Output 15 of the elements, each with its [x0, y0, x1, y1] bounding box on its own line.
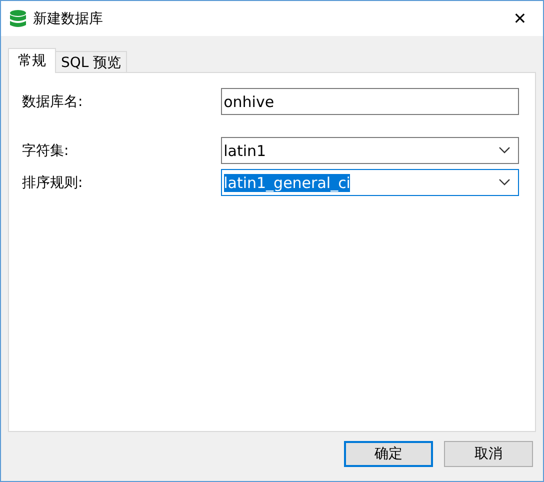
dialog-button[interactable]: 确定 — [344, 441, 433, 467]
window-title: 新建数据库 — [33, 10, 104, 28]
dropdown[interactable]: latin1_general_ci — [220, 169, 519, 196]
database-icon — [10, 10, 26, 28]
chevron-down-icon — [499, 147, 510, 154]
tab[interactable]: 常规 — [8, 48, 56, 73]
dropdown[interactable]: latin1 — [220, 137, 519, 164]
tab[interactable]: SQL 预览 — [55, 51, 128, 73]
chevron-down-icon — [499, 179, 510, 186]
field-label: 排序规则: — [22, 174, 84, 192]
close-button[interactable]: ✕ — [497, 1, 543, 36]
field-label: 字符集: — [22, 142, 70, 160]
dialog-button[interactable]: 取消 — [444, 441, 533, 467]
text-field[interactable]: onhive — [220, 88, 519, 115]
field-label: 数据库名: — [22, 92, 84, 110]
